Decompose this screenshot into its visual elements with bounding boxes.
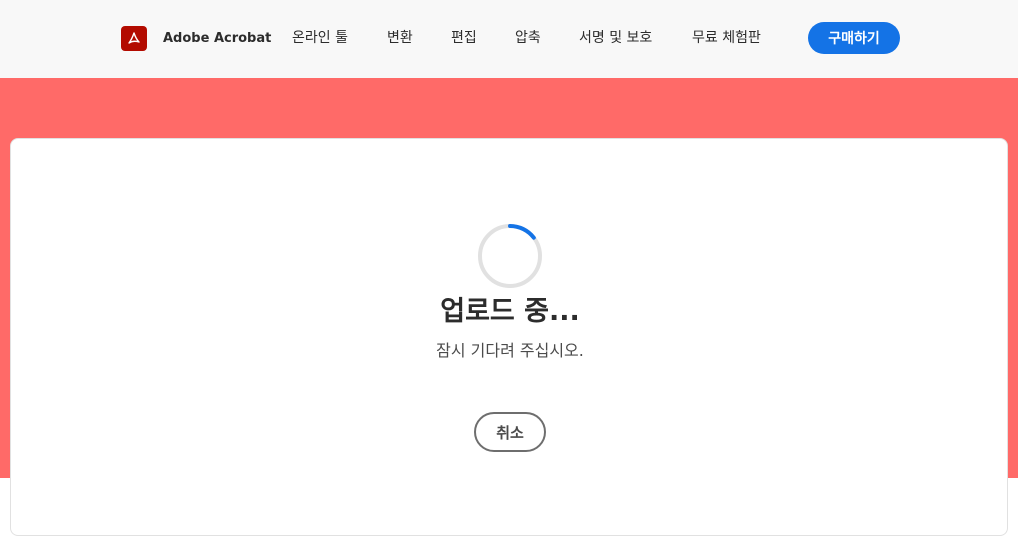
loading-spinner-icon [478, 224, 542, 288]
upload-subtitle: 잠시 기다려 주십시오. [436, 341, 584, 360]
nav-item-edit[interactable]: 편집 [451, 29, 477, 47]
adobe-acrobat-logo-icon [121, 26, 147, 51]
upload-card: 업로드 중... 잠시 기다려 주십시오. 취소 [10, 138, 1008, 536]
nav-item-sign-protect[interactable]: 서명 및 보호 [579, 29, 652, 47]
nav-item-convert[interactable]: 변환 [387, 29, 413, 47]
buy-button[interactable]: 구매하기 [808, 22, 900, 54]
brand[interactable]: Adobe Acrobat [121, 26, 271, 51]
cancel-button[interactable]: 취소 [474, 412, 546, 452]
upload-title: 업로드 중... [440, 296, 580, 327]
brand-name: Adobe Acrobat [163, 31, 272, 46]
top-navigation-bar: Adobe Acrobat 온라인 툴 변환 편집 압축 서명 및 보호 무료 … [0, 0, 1018, 78]
nav-item-free-trial[interactable]: 무료 체험판 [692, 29, 761, 47]
nav-item-compress[interactable]: 압축 [515, 29, 541, 47]
nav-item-online-tools[interactable]: 온라인 툴 [292, 29, 348, 47]
